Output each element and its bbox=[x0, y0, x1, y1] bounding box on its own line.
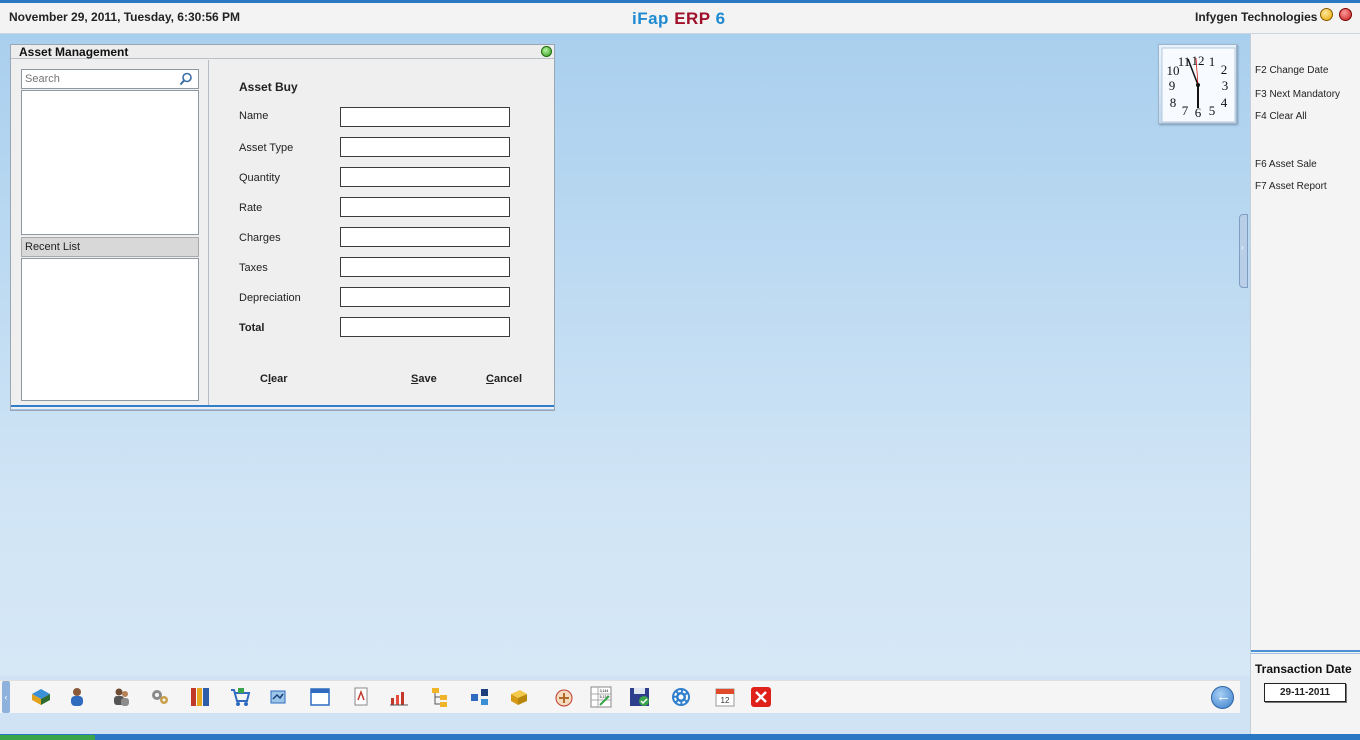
asset-buy-form: Asset Buy Name Asset Type Quantity Rate … bbox=[210, 60, 554, 405]
shortcut-asset-report[interactable]: F7 Asset Report bbox=[1255, 181, 1327, 192]
chart-icon[interactable] bbox=[388, 686, 410, 708]
shortcut-clear-all[interactable]: F4 Clear All bbox=[1255, 111, 1307, 122]
cancel-label-hotkey: C bbox=[486, 373, 494, 385]
clock-num-12: 12 bbox=[1192, 53, 1205, 68]
depreciation-label: Depreciation bbox=[239, 292, 301, 304]
document-icon[interactable] bbox=[350, 686, 372, 708]
shortcut-change-date[interactable]: F2 Change Date bbox=[1255, 65, 1328, 76]
brand-ifap: iFap bbox=[632, 9, 669, 28]
transfer-icon[interactable] bbox=[267, 686, 289, 708]
users-icon[interactable] bbox=[110, 686, 132, 708]
analog-clock: 12 1 2 3 4 5 6 7 8 9 10 11 bbox=[1158, 44, 1237, 124]
asset-management-window: Asset Management Recent List Asset Buy N… bbox=[10, 44, 555, 411]
search-results-list[interactable] bbox=[21, 90, 199, 235]
window-title: Asset Management bbox=[19, 45, 129, 59]
spreadsheet-icon[interactable]: 3,144 5,134 bbox=[590, 686, 612, 708]
brand-version: 6 bbox=[715, 9, 726, 28]
clock-num-3: 3 bbox=[1222, 78, 1229, 93]
books-icon[interactable] bbox=[189, 686, 211, 708]
panel-divider bbox=[1251, 650, 1360, 654]
clear-label-first: C bbox=[260, 373, 268, 385]
clock-num-8: 8 bbox=[1170, 95, 1177, 110]
title-bar: November 29, 2011, Tuesday, 6:30:56 PM i… bbox=[0, 0, 1360, 34]
clock-num-1: 1 bbox=[1209, 54, 1216, 69]
save-label-rest: ave bbox=[418, 373, 437, 385]
total-field[interactable] bbox=[340, 317, 510, 337]
clock-num-2: 2 bbox=[1221, 62, 1228, 77]
recent-list[interactable] bbox=[21, 258, 199, 401]
transaction-date-value[interactable]: 29-11-2011 bbox=[1264, 683, 1346, 702]
left-panel: Recent List bbox=[11, 60, 209, 405]
search-input[interactable] bbox=[22, 70, 172, 88]
spreadsheet-value-1: 3,144 bbox=[600, 689, 609, 693]
total-label: Total bbox=[239, 322, 265, 334]
quantity-label: Quantity bbox=[239, 172, 280, 184]
window-titlebar: Asset Management bbox=[11, 45, 554, 59]
taskbar: ‹ 3,144 5,134 12 ← bbox=[0, 680, 1240, 713]
asset-type-field[interactable] bbox=[340, 137, 510, 157]
settings-icon[interactable] bbox=[149, 686, 171, 708]
taxes-label: Taxes bbox=[239, 262, 268, 274]
charges-label: Charges bbox=[239, 232, 281, 244]
transaction-date-label: Transaction Date bbox=[1255, 662, 1352, 676]
clock-num-9: 9 bbox=[1169, 78, 1176, 93]
search-box bbox=[21, 69, 199, 89]
back-button[interactable]: ← bbox=[1211, 686, 1234, 709]
window-status-icon[interactable] bbox=[541, 46, 552, 57]
window-bottom-border bbox=[11, 405, 554, 410]
status-indicator bbox=[0, 735, 95, 740]
exit-icon[interactable] bbox=[750, 686, 772, 708]
clear-label-rest: ear bbox=[271, 373, 288, 385]
accounts-icon[interactable] bbox=[30, 686, 52, 708]
calendar-day: 12 bbox=[721, 696, 730, 705]
cart-icon[interactable] bbox=[229, 686, 251, 708]
clock-num-7: 7 bbox=[1182, 103, 1189, 118]
name-label: Name bbox=[239, 110, 269, 122]
brand-erp: ERP bbox=[674, 9, 711, 28]
rate-field[interactable] bbox=[340, 197, 510, 217]
search-icon[interactable] bbox=[179, 72, 193, 86]
window-icon[interactable] bbox=[309, 686, 331, 708]
package-icon[interactable] bbox=[508, 686, 530, 708]
clock-num-5: 5 bbox=[1209, 103, 1216, 118]
name-field[interactable] bbox=[340, 107, 510, 127]
tree-icon[interactable] bbox=[430, 686, 452, 708]
save-icon[interactable] bbox=[629, 686, 651, 708]
taxes-field[interactable] bbox=[340, 257, 510, 277]
contacts-icon[interactable] bbox=[66, 686, 88, 708]
depreciation-field[interactable] bbox=[340, 287, 510, 307]
asset-type-label: Asset Type bbox=[239, 142, 294, 154]
cancel-label-rest: ancel bbox=[493, 373, 523, 385]
shortcut-next-mandatory[interactable]: F3 Next Mandatory bbox=[1255, 89, 1340, 100]
bottom-strip bbox=[0, 734, 1360, 740]
cancel-button[interactable]: Cancel bbox=[486, 373, 522, 385]
shortcut-asset-sale[interactable]: F6 Asset Sale bbox=[1255, 159, 1317, 170]
taskbar-scroll-left[interactable]: ‹ bbox=[2, 681, 10, 713]
app-brand: iFap ERP 6 bbox=[632, 9, 726, 29]
chevron-right-icon: › bbox=[1241, 243, 1244, 252]
quantity-field[interactable] bbox=[340, 167, 510, 187]
recent-list-header: Recent List bbox=[21, 237, 199, 257]
minimize-icon[interactable] bbox=[1320, 8, 1333, 21]
gear-icon[interactable] bbox=[670, 686, 692, 708]
network-icon[interactable] bbox=[469, 686, 491, 708]
company-name: Infygen Technologies bbox=[1195, 10, 1318, 24]
charges-field[interactable] bbox=[340, 227, 510, 247]
save-button[interactable]: Save bbox=[411, 373, 437, 385]
form-title: Asset Buy bbox=[239, 80, 298, 94]
datetime-label: November 29, 2011, Tuesday, 6:30:56 PM bbox=[9, 10, 241, 24]
shortcut-panel: F2 Change Date F3 Next Mandatory F4 Clea… bbox=[1250, 34, 1360, 734]
rate-label: Rate bbox=[239, 202, 263, 214]
panel-collapse-handle[interactable]: › bbox=[1239, 214, 1248, 288]
close-icon[interactable] bbox=[1339, 8, 1352, 21]
clock-num-4: 4 bbox=[1221, 95, 1228, 110]
arrow-left-icon: ← bbox=[1216, 688, 1231, 705]
tools-icon[interactable] bbox=[553, 686, 575, 708]
calendar-icon[interactable]: 12 bbox=[714, 686, 736, 708]
clock-icon: 12 1 2 3 4 5 6 7 8 9 10 11 bbox=[1161, 47, 1236, 123]
clear-button[interactable]: Clear bbox=[260, 373, 288, 385]
